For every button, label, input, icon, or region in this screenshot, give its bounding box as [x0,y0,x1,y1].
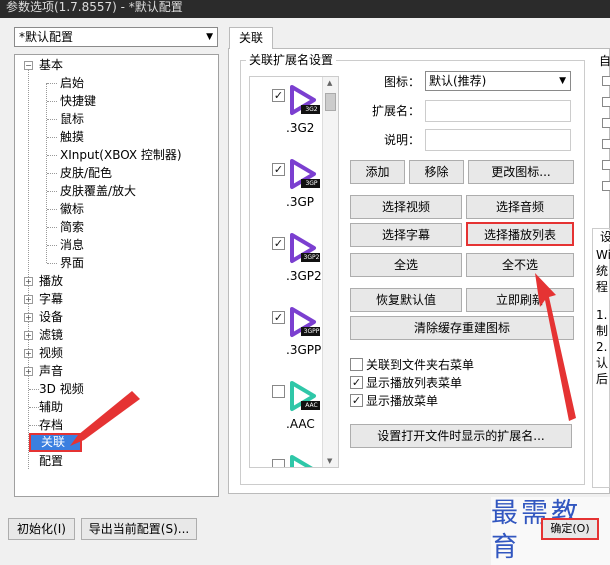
annotation-arrows [70,273,576,446]
tab-association[interactable]: 关联 [229,27,273,49]
